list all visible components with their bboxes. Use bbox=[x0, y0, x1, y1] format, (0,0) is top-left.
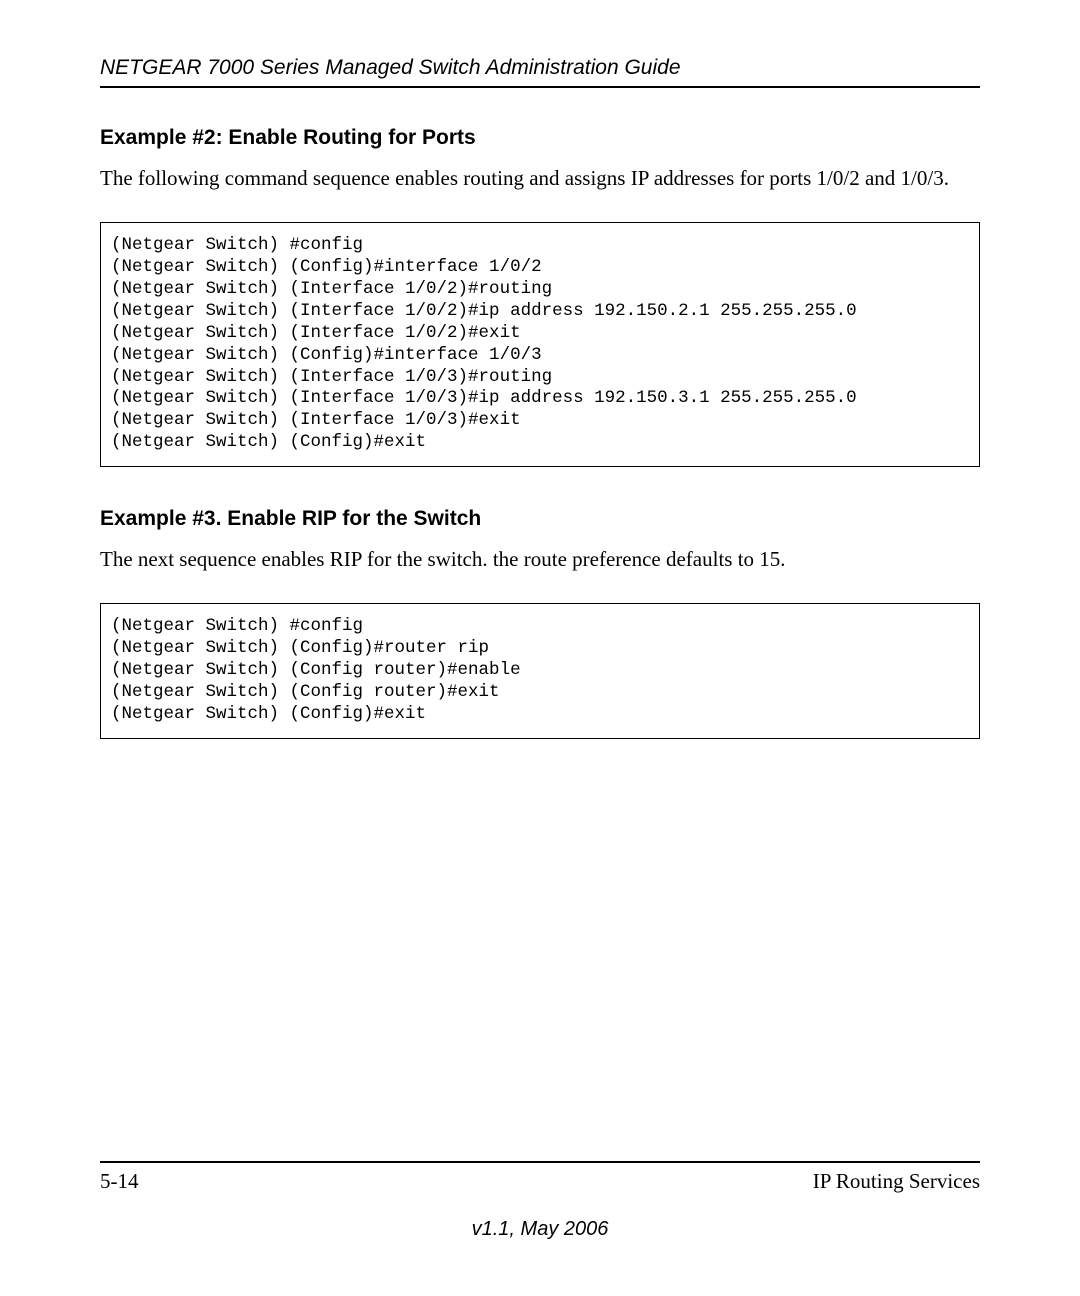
page-number: 5-14 bbox=[100, 1169, 139, 1194]
body-text-2: The next sequence enables RIP for the sw… bbox=[100, 545, 980, 573]
section-name: IP Routing Services bbox=[813, 1169, 980, 1194]
section-heading-1: Example #2: Enable Routing for Ports bbox=[100, 126, 980, 150]
header-title: NETGEAR 7000 Series Managed Switch Admin… bbox=[100, 56, 681, 79]
code-block-2: (Netgear Switch) #config (Netgear Switch… bbox=[100, 603, 980, 738]
page-header: NETGEAR 7000 Series Managed Switch Admin… bbox=[100, 56, 980, 88]
footer-line: 5-14 IP Routing Services bbox=[100, 1161, 980, 1194]
footer-version: v1.1, May 2006 bbox=[100, 1218, 980, 1241]
code-block-1: (Netgear Switch) #config (Netgear Switch… bbox=[100, 222, 980, 467]
body-text-1: The following command sequence enables r… bbox=[100, 164, 980, 192]
section-heading-2: Example #3. Enable RIP for the Switch bbox=[100, 507, 980, 531]
page-footer: 5-14 IP Routing Services v1.1, May 2006 bbox=[100, 1161, 980, 1241]
